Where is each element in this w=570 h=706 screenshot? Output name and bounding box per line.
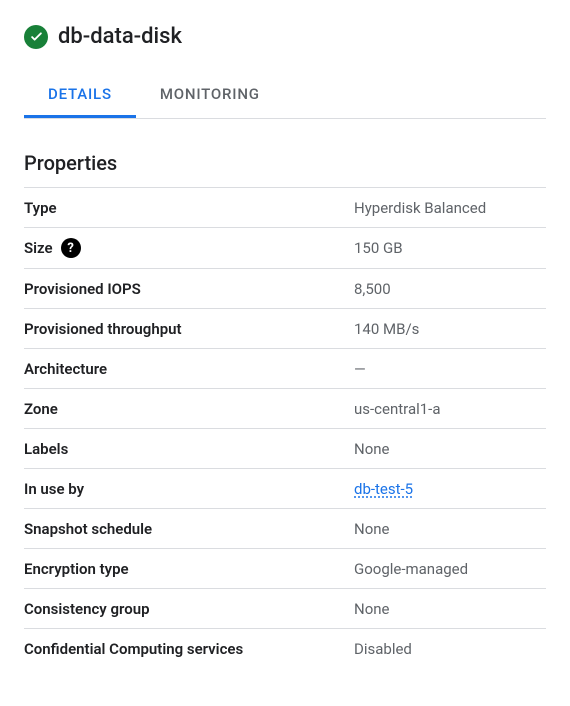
- tabs: DETAILS MONITORING: [24, 73, 546, 119]
- property-row-snapshot: Snapshot schedule None: [24, 508, 546, 548]
- property-value: Hyperdisk Balanced: [354, 199, 486, 217]
- property-value: None: [354, 520, 390, 538]
- page-header: db-data-disk: [24, 24, 546, 49]
- property-label: Labels: [24, 440, 354, 458]
- property-row-throughput: Provisioned throughput 140 MB/s: [24, 308, 546, 348]
- property-row-encryption: Encryption type Google-managed: [24, 548, 546, 588]
- property-row-architecture: Architecture —: [24, 348, 546, 388]
- property-row-confidential: Confidential Computing services Disabled: [24, 628, 546, 668]
- property-label: Architecture: [24, 360, 354, 378]
- status-ok-icon: [24, 25, 48, 49]
- property-row-consistency: Consistency group None: [24, 588, 546, 628]
- property-label: Consistency group: [24, 600, 354, 618]
- tab-details[interactable]: DETAILS: [24, 73, 136, 118]
- tab-monitoring[interactable]: MONITORING: [136, 73, 284, 118]
- property-label: Provisioned IOPS: [24, 280, 354, 298]
- help-icon[interactable]: ?: [61, 238, 81, 258]
- property-label: Size ?: [24, 238, 354, 258]
- property-label: Zone: [24, 400, 354, 418]
- property-value: Disabled: [354, 640, 412, 658]
- property-value: None: [354, 440, 390, 458]
- property-row-zone: Zone us-central1-a: [24, 388, 546, 428]
- property-row-size: Size ? 150 GB: [24, 227, 546, 268]
- page-title: db-data-disk: [58, 24, 182, 49]
- property-label: Snapshot schedule: [24, 520, 354, 538]
- section-title: Properties: [24, 151, 546, 175]
- property-value: Google-managed: [354, 560, 468, 578]
- property-label: Encryption type: [24, 560, 354, 578]
- property-label: Type: [24, 199, 354, 217]
- property-value: 8,500: [354, 280, 391, 298]
- property-row-type: Type Hyperdisk Balanced: [24, 187, 546, 227]
- property-label: Provisioned throughput: [24, 320, 354, 338]
- in-use-by-link[interactable]: db-test-5: [354, 480, 413, 498]
- property-row-labels: Labels None: [24, 428, 546, 468]
- properties-table: Type Hyperdisk Balanced Size ? 150 GB Pr…: [24, 187, 546, 668]
- property-value: 140 MB/s: [354, 320, 419, 338]
- property-value: us-central1-a: [354, 400, 440, 418]
- property-row-inuseby: In use by db-test-5: [24, 468, 546, 508]
- property-row-iops: Provisioned IOPS 8,500: [24, 268, 546, 308]
- property-value: None: [354, 600, 390, 618]
- property-label: In use by: [24, 480, 354, 498]
- property-value: —: [354, 360, 366, 378]
- property-value: 150 GB: [354, 239, 403, 257]
- property-label: Confidential Computing services: [24, 640, 354, 658]
